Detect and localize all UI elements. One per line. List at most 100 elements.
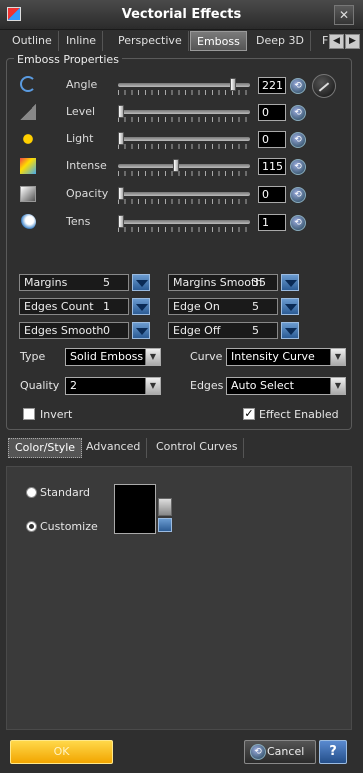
level-slider-thumb[interactable]: [118, 105, 124, 118]
quality-select[interactable]: 2 ▼: [65, 377, 161, 395]
curve-select[interactable]: Intensity Curve ▼: [226, 348, 346, 366]
edges-select-arrow-icon: ▼: [330, 378, 345, 394]
tens-value[interactable]: 1: [258, 214, 286, 231]
edges-count-field[interactable]: Edges Count 1: [19, 298, 129, 315]
edges-label: Edges: [190, 379, 224, 392]
tab-color-style[interactable]: Color/Style: [8, 438, 83, 458]
tab-advanced[interactable]: Advanced: [80, 438, 148, 458]
tens-ticks: [118, 227, 250, 232]
tab-scroll-left-button[interactable]: ◀: [329, 34, 344, 49]
opacity-slider-thumb[interactable]: [118, 187, 124, 200]
edges-smooth-field[interactable]: Edges Smooth 0: [19, 322, 129, 339]
tens-icon: [20, 214, 36, 230]
edge-off-value: 5: [252, 324, 259, 337]
invert-checkbox[interactable]: [23, 408, 35, 420]
close-button[interactable]: ✕: [334, 5, 354, 25]
edges-smooth-dropdown-button[interactable]: [132, 322, 150, 339]
intense-label: Intense: [66, 159, 107, 172]
light-value[interactable]: 0: [258, 131, 286, 148]
color-swatch[interactable]: [114, 484, 156, 534]
type-select[interactable]: Solid Emboss ▼: [65, 348, 161, 366]
level-value[interactable]: 0: [258, 104, 286, 121]
margins-dropdown-button[interactable]: [132, 274, 150, 291]
angle-slider-thumb[interactable]: [230, 78, 237, 91]
tab-control-curves[interactable]: Control Curves: [150, 438, 245, 458]
edges-smooth-value: 0: [103, 324, 110, 337]
intense-reset-icon[interactable]: ⟲: [290, 159, 306, 175]
tab-scroll-right-button[interactable]: ▶: [345, 34, 360, 49]
tens-reset-icon[interactable]: ⟲: [290, 215, 306, 231]
tab-inline[interactable]: Inline: [60, 31, 104, 51]
intense-slider-thumb[interactable]: [173, 159, 180, 172]
opacity-reset-icon[interactable]: ⟲: [290, 187, 306, 203]
margins-smooth-value: 35: [252, 276, 266, 289]
tens-label: Tens: [66, 215, 91, 228]
window-title: Vectorial Effects: [121, 7, 242, 22]
tens-slider-thumb[interactable]: [118, 215, 124, 228]
help-button[interactable]: ?: [319, 740, 347, 764]
margins-smooth-field[interactable]: Margins Smooth 35: [168, 274, 278, 291]
effect-enabled-label: Effect Enabled: [259, 408, 339, 421]
curve-label: Curve: [190, 350, 223, 363]
intense-value[interactable]: 115: [258, 158, 286, 175]
intense-ticks: [118, 171, 250, 176]
edges-select-value: Auto Select: [231, 379, 294, 392]
tab-emboss[interactable]: Emboss: [190, 31, 247, 51]
margins-smooth-label: Margins Smooth: [173, 276, 263, 289]
level-reset-icon[interactable]: ⟲: [290, 105, 306, 121]
opacity-slider[interactable]: [118, 192, 250, 196]
opacity-icon: [20, 186, 36, 202]
opacity-label: Opacity: [66, 187, 109, 200]
light-ticks: [118, 144, 250, 149]
quality-select-value: 2: [70, 379, 77, 392]
edge-on-value: 5: [252, 300, 259, 313]
edge-off-field[interactable]: Edge Off 5: [168, 322, 278, 339]
rotate-icon: [20, 76, 36, 92]
invert-label: Invert: [40, 408, 73, 421]
edges-smooth-label: Edges Smooth: [24, 324, 104, 337]
light-slider-thumb[interactable]: [118, 132, 124, 145]
edge-off-label: Edge Off: [173, 324, 221, 337]
palette-icon[interactable]: [158, 498, 172, 516]
intense-icon: [20, 158, 36, 174]
edges-select[interactable]: Auto Select ▼: [226, 377, 346, 395]
edge-on-dropdown-button[interactable]: [281, 298, 299, 315]
emboss-properties-label: Emboss Properties: [14, 53, 122, 66]
type-select-value: Solid Emboss: [70, 350, 144, 363]
tens-slider[interactable]: [118, 220, 250, 224]
color-dropdown-button[interactable]: [158, 518, 172, 532]
quality-label: Quality: [20, 379, 60, 392]
standard-label: Standard: [40, 486, 91, 499]
level-slider[interactable]: [118, 110, 250, 114]
angle-reset-icon[interactable]: ⟲: [290, 78, 306, 94]
tab-deep-3d[interactable]: Deep 3D: [250, 31, 311, 51]
margins-value: 5: [103, 276, 110, 289]
color-style-panel: [6, 466, 352, 730]
effect-enabled-checkbox[interactable]: ✓: [243, 408, 255, 420]
opacity-ticks: [118, 199, 250, 204]
customize-radio[interactable]: [26, 521, 37, 532]
ok-button[interactable]: OK: [10, 740, 113, 764]
edge-on-field[interactable]: Edge On 5: [168, 298, 278, 315]
tab-outline[interactable]: Outline: [6, 31, 59, 51]
edge-off-dropdown-button[interactable]: [281, 322, 299, 339]
curve-select-value: Intensity Curve: [231, 350, 315, 363]
edges-count-dropdown-button[interactable]: [132, 298, 150, 315]
standard-radio[interactable]: [26, 487, 37, 498]
angle-label: Angle: [66, 78, 98, 91]
edge-on-label: Edge On: [173, 300, 220, 313]
angle-value[interactable]: 221: [258, 77, 286, 94]
edges-count-value: 1: [103, 300, 110, 313]
level-label: Level: [66, 105, 96, 118]
sun-icon: [20, 131, 36, 147]
margins-field[interactable]: Margins 5: [19, 274, 129, 291]
opacity-value[interactable]: 0: [258, 186, 286, 203]
tab-perspective[interactable]: Perspective: [112, 31, 189, 51]
light-slider[interactable]: [118, 137, 250, 141]
intense-slider[interactable]: [118, 164, 250, 168]
quality-select-arrow-icon: ▼: [145, 378, 160, 394]
margins-smooth-dropdown-button[interactable]: [281, 274, 299, 291]
type-label: Type: [20, 350, 46, 363]
type-select-arrow-icon: ▼: [145, 349, 160, 365]
light-reset-icon[interactable]: ⟲: [290, 132, 306, 148]
